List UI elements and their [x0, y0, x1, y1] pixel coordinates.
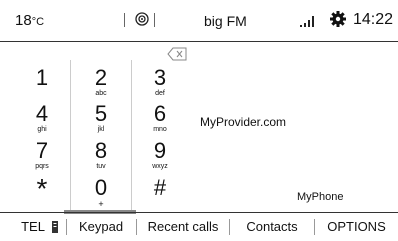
tab-label: Contacts [246, 219, 298, 234]
key-5[interactable]: 5 jkl [71, 102, 131, 134]
key-digit: 4 [35, 101, 49, 126]
key-7[interactable]: 7 pqrs [12, 139, 72, 171]
radio-icon[interactable] [135, 12, 149, 26]
status-divider [124, 13, 125, 27]
key-digit: 7 [35, 138, 49, 163]
key-digit: 8 [94, 138, 108, 163]
key-letters: abc [95, 90, 107, 97]
key-digit: 1 [35, 65, 49, 90]
clock: 14:22 [353, 11, 394, 28]
key-digit: * [36, 173, 48, 204]
key-digit: 6 [153, 101, 167, 126]
key-3[interactable]: 3 def [130, 66, 190, 98]
tab-options[interactable]: OPTIONS [315, 213, 398, 241]
key-letters: + [98, 199, 104, 209]
signal-strength-icon [300, 16, 314, 27]
key-1[interactable]: 1 [12, 66, 72, 90]
temperature-unit: °C [31, 16, 45, 28]
key-letters: pqrs [35, 163, 49, 170]
key-digit: 9 [153, 138, 167, 163]
phone-screen: 18°C big FM 14:22 1 2 abc 3 def 4 ghi 5 … [0, 0, 398, 240]
key-letters: ghi [37, 126, 47, 133]
provider-name: MyProvider.com [200, 115, 287, 129]
key-digit: 0 [94, 175, 108, 200]
temperature: 18°C [15, 12, 44, 29]
key-letters: wxyz [152, 163, 168, 170]
key-digit: # [153, 175, 167, 200]
phone-name: MyPhone [297, 191, 344, 203]
tab-label: Keypad [78, 219, 124, 234]
gear-icon[interactable] [330, 11, 346, 27]
key-letters: mno [153, 126, 167, 133]
tab-keypad[interactable]: Keypad [66, 213, 136, 241]
temperature-value: 18 [15, 12, 32, 29]
tab-recent-calls[interactable]: Recent calls [137, 213, 229, 241]
status-divider [154, 13, 155, 27]
key-hash[interactable]: # [130, 176, 190, 200]
tel-label: TEL [21, 219, 45, 234]
key-digit: 5 [94, 101, 108, 126]
key-star[interactable]: * [12, 173, 72, 204]
tel-button[interactable]: TEL [16, 213, 50, 241]
station-name: big FM [204, 13, 247, 29]
tab-label: Recent calls [147, 219, 219, 234]
key-digit: 3 [153, 65, 167, 90]
key-letters: def [155, 90, 165, 97]
phone-battery-icon [52, 221, 58, 233]
key-8[interactable]: 8 tuv [71, 139, 131, 171]
key-4[interactable]: 4 ghi [12, 102, 72, 134]
bottom-bar: TEL Keypad Recent calls Contacts OPTIONS [0, 212, 398, 240]
key-9[interactable]: 9 wxyz [130, 139, 190, 171]
key-letters: jkl [97, 126, 105, 133]
key-2[interactable]: 2 abc [71, 66, 131, 98]
key-0[interactable]: 0 + [71, 175, 131, 209]
key-6[interactable]: 6 mno [130, 102, 190, 134]
tab-contacts[interactable]: Contacts [230, 213, 314, 241]
backspace-icon[interactable] [167, 47, 187, 61]
key-digit: 2 [94, 65, 108, 90]
status-bar: 18°C big FM 14:22 [0, 0, 398, 42]
tab-label: OPTIONS [327, 219, 386, 234]
key-letters: tuv [96, 163, 106, 170]
